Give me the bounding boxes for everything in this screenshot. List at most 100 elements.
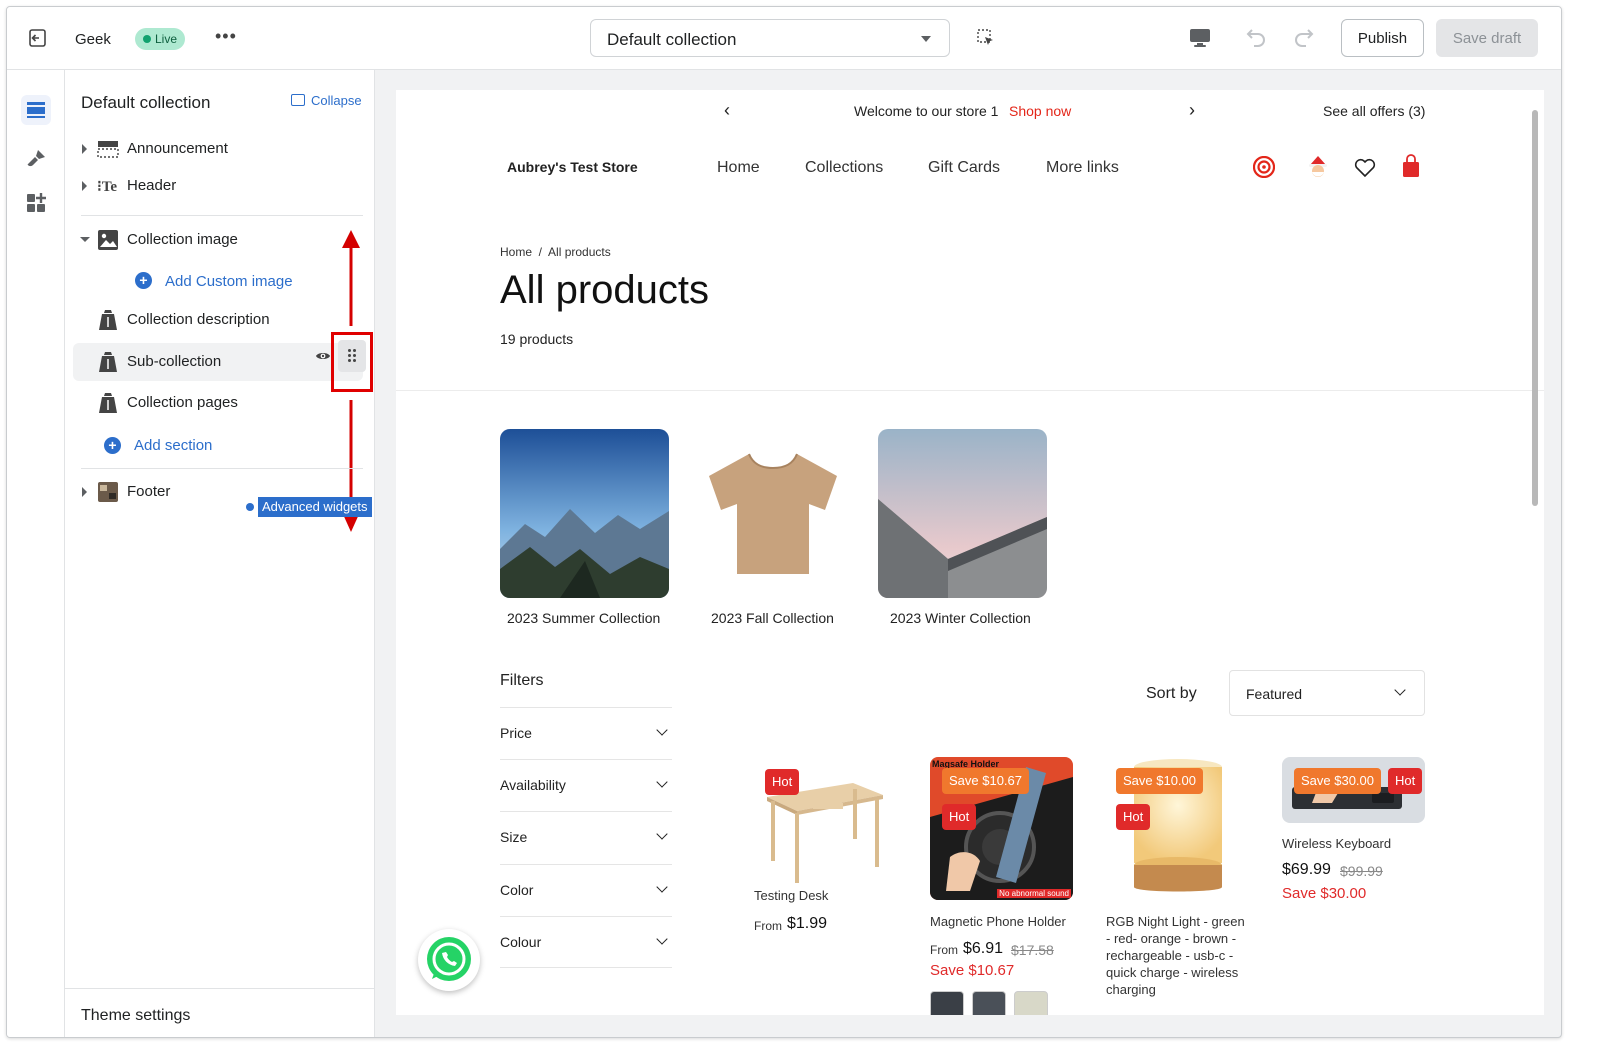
whatsapp-icon (427, 937, 471, 981)
variant-swatch[interactable] (1014, 991, 1048, 1015)
nav-collections[interactable]: Collections (805, 159, 883, 177)
chevron-down-icon (921, 36, 931, 42)
paintbrush-icon (27, 150, 45, 167)
variant-swatch[interactable] (972, 991, 1006, 1015)
collection-title[interactable]: 2023 Summer Collection (507, 610, 660, 626)
filter-colour[interactable]: Colour (500, 916, 672, 968)
publish-button[interactable]: Publish (1341, 19, 1424, 57)
section-collection-pages[interactable]: Collection pages (73, 384, 363, 422)
variant-swatch[interactable] (930, 991, 964, 1015)
sections-panel: Default collection Collapse Announcement… (65, 70, 375, 1037)
filter-availability[interactable]: Availability (500, 759, 672, 811)
theme-settings-button[interactable]: Theme settings (65, 988, 375, 1037)
chevron-down-icon (656, 933, 668, 945)
desktop-view-icon[interactable] (1189, 28, 1211, 48)
heart-icon[interactable] (1354, 158, 1376, 178)
chevron-down-icon (656, 776, 668, 788)
product-title[interactable]: Testing Desk (754, 888, 828, 903)
section-header[interactable]: ⁝Te Header (73, 167, 363, 205)
section-collection-description[interactable]: Collection description (73, 301, 363, 339)
product-price: $69.99 (1282, 861, 1331, 878)
undo-icon[interactable] (1243, 27, 1267, 49)
preview-scrollbar[interactable] (1532, 110, 1538, 506)
section-label: Sub-collection (127, 353, 222, 370)
product-image-keyboard[interactable]: Save $30.00 Hot (1282, 757, 1425, 823)
section-collection-image[interactable]: Collection image (73, 221, 363, 259)
cart-bag-icon[interactable] (1402, 154, 1420, 178)
section-label: Header (127, 177, 177, 194)
sort-by-label: Sort by (1146, 685, 1197, 702)
hot-badge: Hot (765, 769, 800, 795)
add-section-icon[interactable]: + (104, 437, 121, 454)
up-arrow-annotation (342, 230, 360, 326)
hot-badge: Hot (1388, 768, 1423, 794)
product-image-desk[interactable]: Hot (753, 757, 896, 900)
exit-icon[interactable] (27, 28, 49, 48)
collection-image-summary[interactable] (500, 429, 669, 598)
chevron-right-icon[interactable]: › (1189, 100, 1195, 121)
template-select[interactable]: Default collection (590, 19, 950, 57)
see-all-offers-link[interactable]: See all offers (3) (1323, 103, 1425, 119)
section-label: Announcement (127, 140, 228, 157)
caret-right-icon[interactable] (82, 487, 87, 497)
footer-thumbnail-icon (98, 482, 118, 502)
section-label: Collection description (127, 311, 270, 328)
variant-swatches (930, 991, 1050, 1015)
collapse-icon (291, 94, 305, 106)
save-draft-button[interactable]: Save draft (1436, 19, 1538, 57)
product-price: $1.99 (787, 915, 828, 932)
caret-right-icon[interactable] (82, 181, 87, 191)
chevron-left-icon[interactable]: ‹ (724, 100, 730, 121)
theme-settings-tab[interactable] (21, 144, 51, 174)
app-embeds-tab[interactable] (21, 188, 51, 218)
tag-icon (99, 310, 117, 330)
add-custom-image-link[interactable]: Add Custom image (165, 273, 293, 290)
header-icon-text: Te (101, 179, 118, 195)
chevron-down-icon (1394, 684, 1406, 696)
nav-gift-cards[interactable]: Gift Cards (928, 159, 1000, 177)
section-footer[interactable]: Footer (73, 473, 363, 511)
product-title[interactable]: Wireless Keyboard (1282, 836, 1391, 851)
add-block-icon[interactable]: + (135, 272, 152, 289)
inspector-icon[interactable] (977, 29, 995, 47)
store-logo-text[interactable]: Aubrey's Test Store (507, 159, 638, 175)
tag-icon (99, 393, 117, 413)
section-label: Collection image (127, 231, 238, 248)
shop-now-link[interactable]: Shop now (1009, 103, 1071, 119)
santa-icon[interactable] (1307, 155, 1329, 179)
product-title[interactable]: RGB Night Light - green - red- orange - … (1106, 913, 1248, 998)
collapse-button[interactable]: Collapse (291, 93, 362, 108)
collection-title[interactable]: 2023 Fall Collection (711, 610, 834, 626)
filter-label: Availability (500, 777, 566, 793)
redo-icon[interactable] (1293, 27, 1317, 49)
product-title[interactable]: Magnetic Phone Holder (930, 914, 1066, 929)
target-icon[interactable] (1253, 156, 1275, 178)
caret-down-icon[interactable] (80, 237, 90, 242)
collection-image-winter[interactable] (878, 429, 1047, 598)
sort-select[interactable]: Featured (1229, 670, 1425, 716)
caret-right-icon[interactable] (82, 144, 87, 154)
section-announcement[interactable]: Announcement (73, 130, 363, 168)
filter-price[interactable]: Price (500, 707, 672, 759)
section-sub-collection[interactable]: Sub-collection (73, 343, 363, 381)
sections-tab[interactable] (21, 95, 51, 125)
image-icon (98, 230, 118, 250)
nav-home[interactable]: Home (717, 159, 760, 177)
eye-icon[interactable] (315, 350, 331, 362)
collection-title[interactable]: 2023 Winter Collection (890, 610, 1031, 626)
panel-title: Default collection (81, 93, 211, 112)
product-compare-price: $99.99 (1340, 863, 1383, 879)
mountain-landscape-image (500, 429, 669, 598)
highlight-box (331, 332, 373, 392)
product-image-night-light[interactable]: Save $10.00 Hot (1106, 757, 1249, 900)
product-image-phone-holder[interactable]: Magsafe Holder No abnormal sound Save $1… (930, 757, 1073, 900)
collection-image-fall[interactable] (689, 429, 858, 598)
nav-more-links[interactable]: More links (1046, 159, 1119, 177)
filter-color[interactable]: Color (500, 864, 672, 916)
whatsapp-chat-button[interactable] (418, 929, 480, 991)
filter-label: Price (500, 725, 532, 741)
save-badge: Save $10.00 (1116, 768, 1204, 794)
filter-size[interactable]: Size (500, 811, 672, 863)
more-actions-button[interactable]: ••• (215, 26, 237, 47)
add-section-link[interactable]: Add section (134, 437, 212, 454)
